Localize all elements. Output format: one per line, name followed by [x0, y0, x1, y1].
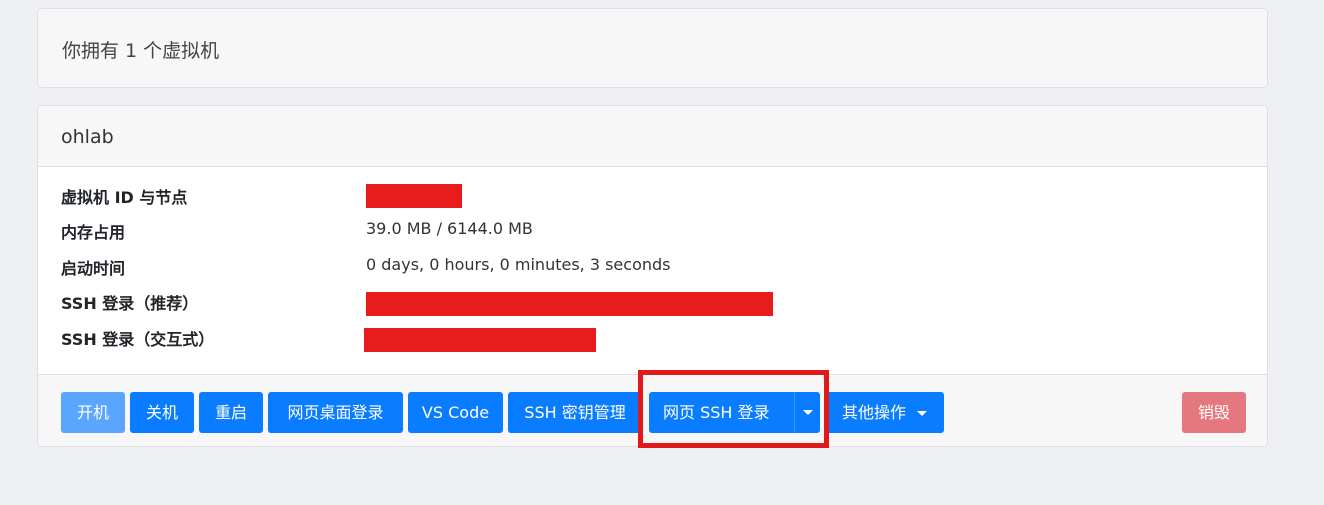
info-label: 虚拟机 ID 与节点 — [61, 188, 188, 207]
info-label: 内存占用 — [61, 223, 126, 242]
info-label: 启动时间 — [61, 259, 126, 278]
start-button[interactable]: 开机 — [61, 392, 125, 433]
info-label: SSH 登录（推荐） — [61, 294, 199, 313]
shutdown-button[interactable]: 关机 — [130, 392, 194, 433]
vm-count-text: 你拥有 1 个虚拟机 — [62, 40, 220, 62]
other-actions-label: 其他操作 — [841, 403, 906, 422]
ssh-key-management-button[interactable]: SSH 密钥管理 — [508, 392, 642, 433]
web-desktop-login-button[interactable]: 网页桌面登录 — [268, 392, 403, 433]
vm-count-card: 你拥有 1 个虚拟机 — [37, 8, 1268, 88]
other-actions-dropdown[interactable]: 其他操作 — [825, 392, 944, 433]
highlight-box — [638, 370, 829, 448]
info-label: SSH 登录（交互式） — [61, 330, 215, 349]
redacted-id-node — [366, 184, 462, 208]
destroy-button[interactable]: 销毁 — [1182, 392, 1246, 433]
redacted-ssh-interactive — [364, 328, 596, 352]
reboot-button[interactable]: 重启 — [199, 392, 263, 433]
memory-value: 39.0 MB / 6144.0 MB — [366, 219, 533, 238]
caret-down-icon — [917, 411, 928, 416]
redacted-ssh-recommended — [366, 292, 773, 316]
vm-name: ohlab — [61, 126, 114, 148]
uptime-value: 0 days, 0 hours, 0 minutes, 3 seconds — [366, 255, 671, 274]
vscode-button[interactable]: VS Code — [408, 392, 503, 433]
vm-card-header: ohlab — [38, 106, 1267, 167]
